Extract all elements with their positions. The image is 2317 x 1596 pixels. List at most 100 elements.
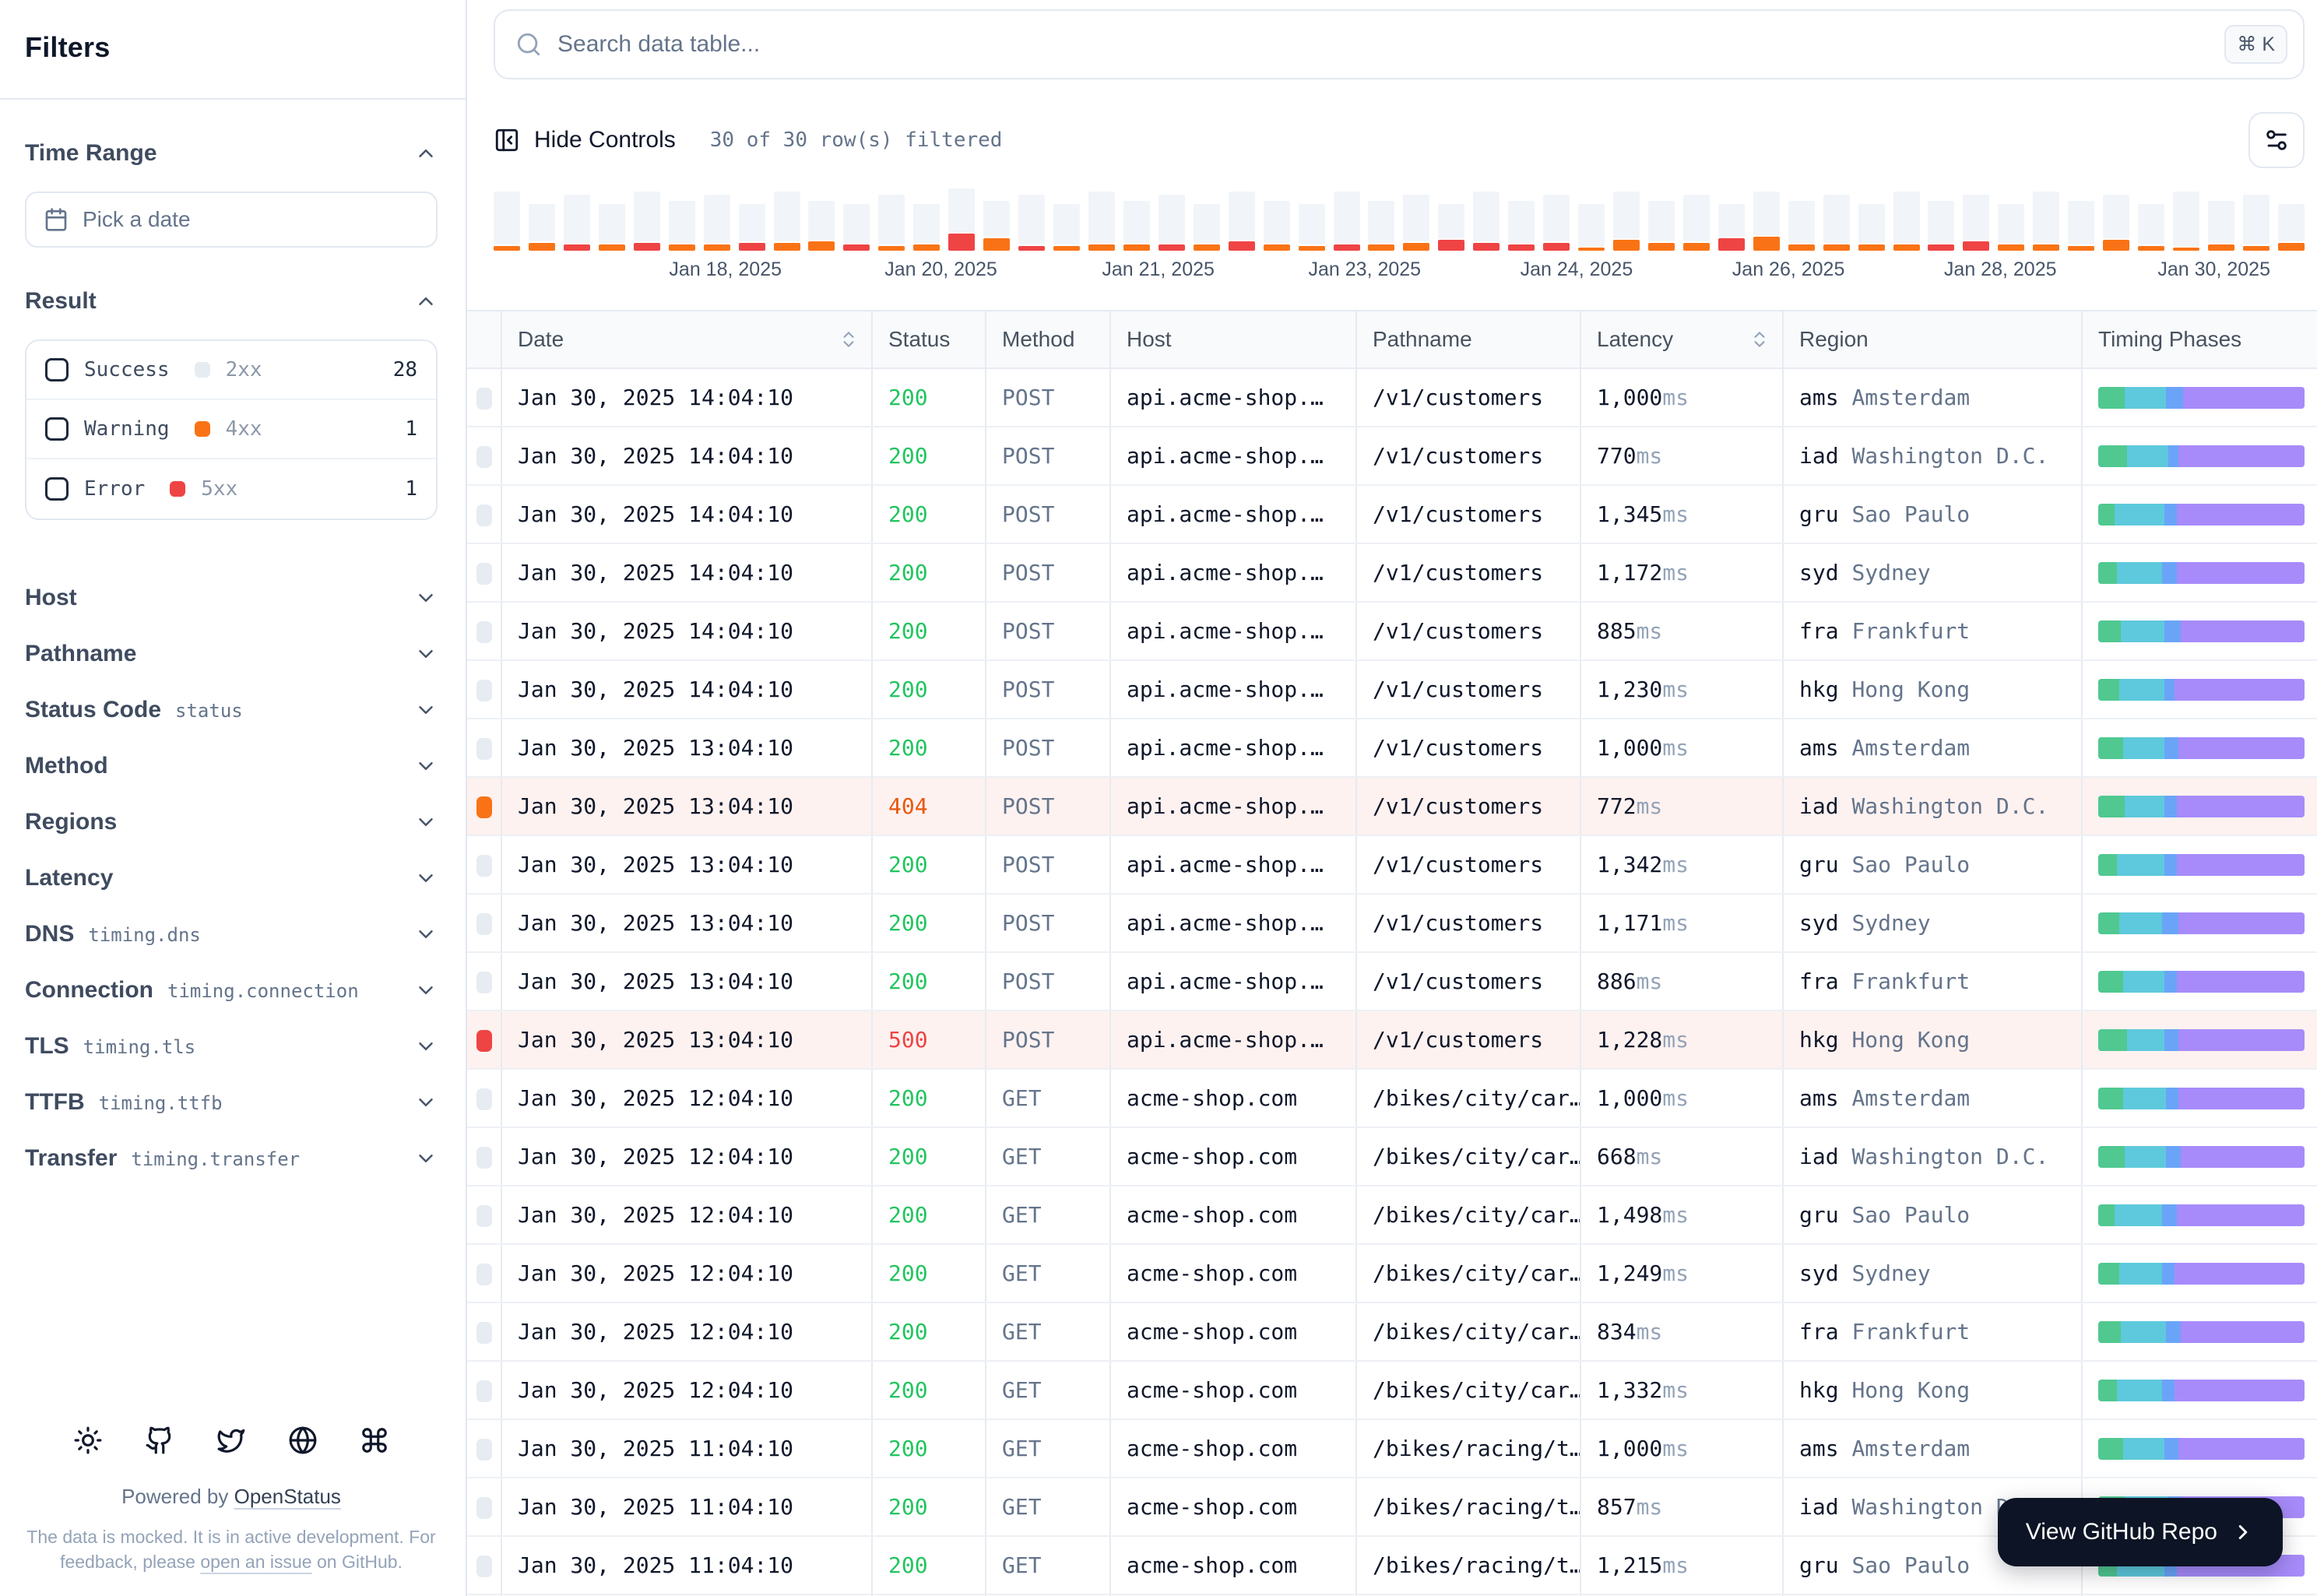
- sidebar-item-regions[interactable]: Regions: [25, 807, 438, 838]
- timeline-bar[interactable]: [808, 201, 835, 251]
- timeline-bar[interactable]: [2277, 204, 2305, 251]
- timeline-bar[interactable]: [528, 204, 555, 251]
- sort-icon[interactable]: [1749, 329, 1770, 350]
- timeline-bar[interactable]: [1893, 192, 1920, 251]
- table-row[interactable]: Jan 30, 2025 14:04:10 200 POST api.acme-sho…: [467, 660, 2317, 719]
- timeline-bar[interactable]: [1053, 204, 1080, 251]
- result-option-error[interactable]: Error 5xx 1: [26, 459, 436, 519]
- globe-icon[interactable]: [288, 1426, 318, 1455]
- timeline-bar[interactable]: [1823, 195, 1850, 251]
- timeline-bar[interactable]: [1088, 192, 1115, 251]
- filter-group-time-range[interactable]: Time Range: [25, 140, 438, 167]
- sidebar-item-status-code[interactable]: Status Code status: [25, 694, 438, 726]
- table-row[interactable]: Jan 30, 2025 12:04:10 200 GET acme-shop.com…: [467, 1244, 2317, 1303]
- table-row[interactable]: Jan 30, 2025 12:04:10 200 GET acme-shop.com…: [467, 1186, 2317, 1245]
- row-status-indicator[interactable]: [467, 1478, 501, 1537]
- sidebar-item-ttfb[interactable]: TTFB timing.ttfb: [25, 1087, 438, 1118]
- timeline-bar[interactable]: [773, 192, 800, 251]
- timeline-bar[interactable]: [843, 204, 870, 251]
- sidebar-item-method[interactable]: Method: [25, 751, 438, 782]
- timeline-bar[interactable]: [983, 201, 1011, 251]
- table-row[interactable]: Jan 30, 2025 14:04:10 200 POST api.acme-sho…: [467, 485, 2317, 544]
- timeline-bar[interactable]: [948, 188, 976, 251]
- timeline-bar[interactable]: [1368, 201, 1395, 251]
- row-status-indicator[interactable]: [467, 952, 501, 1011]
- row-status-indicator[interactable]: [467, 1361, 501, 1420]
- table-row[interactable]: Jan 30, 2025 13:04:10 200 POST api.acme-sho…: [467, 719, 2317, 778]
- table-row[interactable]: Jan 30, 2025 13:04:10 404 POST api.acme-sho…: [467, 777, 2317, 836]
- table-row[interactable]: Jan 30, 2025 12:04:10 200 GET acme-shop.com…: [467, 1069, 2317, 1128]
- row-status-indicator[interactable]: [467, 719, 501, 778]
- row-status-indicator[interactable]: [467, 368, 501, 427]
- table-row[interactable]: Jan 30, 2025 14:04:10 200 POST api.acme-sho…: [467, 427, 2317, 486]
- table-row[interactable]: Jan 30, 2025 14:04:10 200 POST api.acme-sho…: [467, 368, 2317, 427]
- timeline-bar[interactable]: [1928, 201, 1955, 251]
- timeline-bar[interactable]: [598, 204, 625, 251]
- row-status-indicator[interactable]: [467, 1302, 501, 1362]
- timeline-bar[interactable]: [563, 195, 590, 251]
- timeline-bar[interactable]: [1963, 195, 1990, 251]
- timeline-bar[interactable]: [668, 201, 695, 251]
- timeline-bar[interactable]: [2242, 195, 2270, 251]
- search-input[interactable]: [557, 31, 2210, 58]
- command-icon[interactable]: [360, 1426, 389, 1455]
- table-row[interactable]: Jan 30, 2025 12:04:10 200 GET acme-shop.com…: [467, 1361, 2317, 1420]
- timeline-bar[interactable]: [1718, 204, 1745, 251]
- timeline-bar[interactable]: [1613, 192, 1640, 251]
- column-header-latency[interactable]: Latency: [1580, 310, 1783, 369]
- table-row[interactable]: Jan 30, 2025 14:04:10 200 POST api.acme-sho…: [467, 602, 2317, 661]
- timeline-bar[interactable]: [1543, 195, 1570, 251]
- timeline-bar[interactable]: [1788, 201, 1815, 251]
- timeline-bar[interactable]: [2173, 192, 2199, 251]
- filter-group-result[interactable]: Result: [25, 288, 438, 315]
- row-status-indicator[interactable]: [467, 835, 501, 895]
- timeline-bar[interactable]: [1508, 201, 1535, 251]
- table-row[interactable]: Jan 30, 2025 14:04:10 200 POST api.acme-sho…: [467, 543, 2317, 603]
- timeline-bar[interactable]: [1018, 195, 1046, 251]
- row-status-indicator[interactable]: [467, 660, 501, 719]
- row-status-indicator[interactable]: [467, 543, 501, 603]
- timeline-bar[interactable]: [1228, 192, 1255, 251]
- table-row[interactable]: Jan 30, 2025 13:04:10 200 POST api.acme-sho…: [467, 952, 2317, 1011]
- sun-icon[interactable]: [73, 1426, 103, 1455]
- sidebar-item-latency[interactable]: Latency: [25, 863, 438, 894]
- table-row[interactable]: Jan 30, 2025 12:04:10 200 GET acme-shop.com…: [467, 1127, 2317, 1186]
- timeline-bar[interactable]: [1998, 204, 2025, 251]
- date-picker-input[interactable]: Pick a date: [25, 192, 438, 248]
- timeline-bar[interactable]: [1647, 201, 1675, 251]
- row-status-indicator[interactable]: [467, 1244, 501, 1303]
- row-status-indicator[interactable]: [467, 427, 501, 486]
- row-status-indicator[interactable]: [467, 894, 501, 953]
- timeline-bar[interactable]: [1123, 201, 1150, 251]
- table-row[interactable]: Jan 30, 2025 13:04:10 200 POST api.acme-sho…: [467, 835, 2317, 895]
- timeline-bar[interactable]: [1333, 192, 1360, 251]
- timeline-bar[interactable]: [738, 204, 765, 251]
- sidebar-item-host[interactable]: Host: [25, 582, 438, 613]
- row-status-indicator[interactable]: [467, 485, 501, 544]
- view-github-repo-button[interactable]: View GitHub Repo: [1997, 1498, 2283, 1566]
- column-settings-button[interactable]: [2248, 112, 2305, 168]
- result-option-success[interactable]: Success 2xx 28: [26, 341, 436, 400]
- checkbox[interactable]: [45, 358, 69, 381]
- timeline-bar[interactable]: [1298, 204, 1325, 251]
- timeline-bar[interactable]: [1438, 204, 1465, 251]
- column-header-date[interactable]: Date: [501, 310, 872, 369]
- timeline-bar[interactable]: [2103, 195, 2130, 251]
- hide-controls-button[interactable]: Hide Controls: [494, 127, 676, 153]
- timeline-bar[interactable]: [2068, 201, 2095, 251]
- row-status-indicator[interactable]: [467, 1186, 501, 1245]
- timeline-bar[interactable]: [1682, 195, 1710, 251]
- sidebar-item-dns[interactable]: DNS timing.dns: [25, 919, 438, 950]
- row-status-indicator[interactable]: [467, 1011, 501, 1070]
- timeline-bar[interactable]: [2207, 201, 2234, 251]
- checkbox[interactable]: [45, 477, 69, 501]
- table-row[interactable]: Jan 30, 2025 13:04:10 200 POST api.acme-sho…: [467, 894, 2317, 953]
- table-row[interactable]: Jan 30, 2025 13:04:10 500 POST api.acme-sho…: [467, 1011, 2317, 1070]
- row-status-indicator[interactable]: [467, 1127, 501, 1186]
- row-status-indicator[interactable]: [467, 602, 501, 661]
- timeline-bar[interactable]: [1753, 192, 1780, 251]
- sort-icon[interactable]: [839, 329, 859, 350]
- timeline-bar[interactable]: [633, 192, 660, 251]
- row-status-indicator[interactable]: [467, 777, 501, 836]
- row-status-indicator[interactable]: [467, 1536, 501, 1595]
